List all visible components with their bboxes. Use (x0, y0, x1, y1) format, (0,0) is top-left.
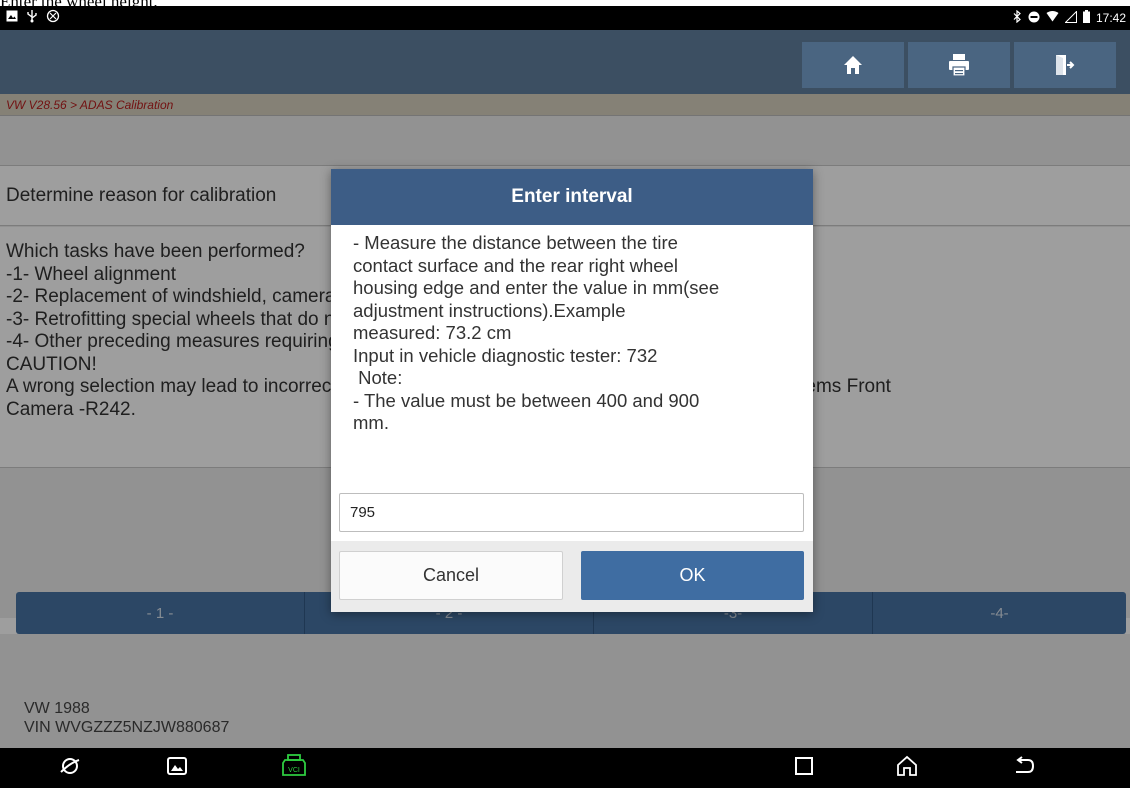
vci-button[interactable]: VCI (280, 753, 308, 783)
image-icon (6, 9, 18, 26)
home-icon (843, 55, 863, 75)
svg-text:VCI: VCI (288, 767, 300, 774)
do-not-disturb-icon (1028, 11, 1040, 26)
dialog-message-line: contact surface and the rear right wheel (353, 254, 678, 276)
dialog-title: Enter interval (331, 169, 813, 225)
wifi-icon (1046, 11, 1059, 25)
dialog-message-line: adjustment instructions).Example (353, 299, 626, 321)
dialog-message-line: - Measure the distance between the tire (353, 232, 678, 253)
dialog-message-line: Input in vehicle diagnostic tester: 732 (353, 344, 658, 366)
gallery-button[interactable] (163, 756, 191, 780)
interval-input[interactable] (339, 493, 804, 532)
recent-apps-icon (795, 756, 813, 780)
battery-icon (1082, 10, 1090, 26)
dialog-actions: Cancel OK (331, 541, 813, 612)
home-nav-button[interactable] (893, 755, 921, 782)
dialog-message-line: mm. (353, 412, 389, 433)
usb-icon (26, 9, 38, 26)
browser-button[interactable] (56, 756, 84, 780)
dialog-message-line: measured: 73.2 cm (353, 322, 512, 343)
dialog-message-line: - The value must be between 400 and 900 (353, 389, 700, 411)
dialog-message: - Measure the distance between the tire … (331, 225, 813, 491)
navigation-bar: VCI (0, 748, 1130, 788)
vci-icon: VCI (281, 753, 307, 783)
ok-button[interactable]: OK (581, 551, 804, 600)
home-button[interactable] (802, 42, 904, 88)
browser-icon (59, 755, 81, 782)
status-time: 17:42 (1095, 11, 1126, 25)
enter-interval-dialog: Enter interval - Measure the distance be… (331, 169, 813, 612)
bluetooth-icon (1013, 9, 1022, 26)
back-icon (1013, 755, 1035, 781)
back-button[interactable] (1010, 755, 1038, 781)
home-nav-icon (896, 755, 918, 782)
status-bar: 17:42 (0, 6, 1130, 30)
gallery-icon (167, 756, 187, 780)
exit-icon (1054, 54, 1076, 76)
print-icon (948, 53, 970, 77)
cancel-button[interactable]: Cancel (339, 551, 563, 600)
print-button[interactable] (908, 42, 1010, 88)
exit-button[interactable] (1014, 42, 1116, 88)
signal-icon (1064, 9, 1077, 26)
no-disturb-icon (46, 9, 60, 26)
dialog-message-line: housing edge and enter the value in mm(s… (353, 277, 720, 298)
recent-apps-button[interactable] (790, 756, 818, 780)
app-header (0, 30, 1130, 94)
dialog-message-line: Note: (353, 367, 403, 388)
